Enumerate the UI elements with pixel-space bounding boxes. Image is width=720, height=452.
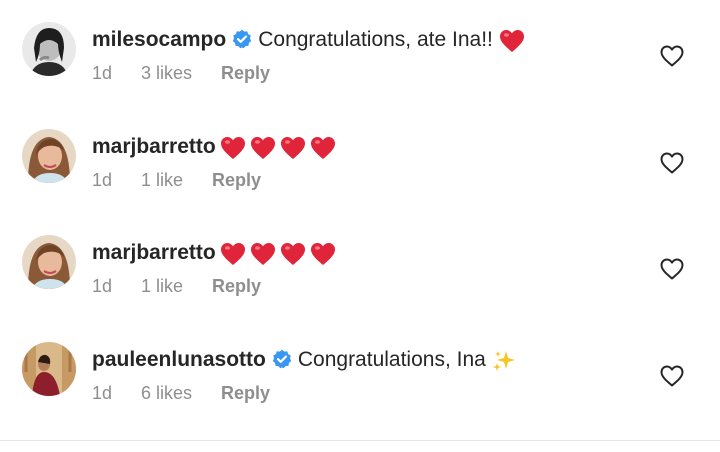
timestamp[interactable]: 1d: [92, 61, 141, 85]
red-heart-icon: [310, 136, 336, 169]
comment-item: pauleenlunasotto Congratulations, Ina 1d 6…: [0, 340, 720, 440]
emoji-group: [220, 242, 340, 275]
avatar[interactable]: [22, 129, 76, 183]
red-heart-icon: [220, 136, 246, 169]
comment-body: marjbarretto: [92, 238, 340, 268]
emoji-group: [220, 136, 340, 169]
emoji-group: [492, 349, 520, 382]
comment-meta: 1d 3 likes Reply: [92, 61, 270, 85]
red-heart-icon: [280, 136, 306, 169]
reply-button[interactable]: Reply: [212, 274, 261, 298]
avatar[interactable]: [22, 235, 76, 289]
verified-badge-icon: [232, 28, 252, 58]
likes-count[interactable]: 1 like: [141, 274, 183, 298]
timestamp[interactable]: 1d: [92, 274, 141, 298]
comment-item: marjbarretto 1d 1 like Reply: [0, 127, 720, 227]
like-heart-icon[interactable]: [660, 45, 684, 67]
red-heart-icon: [280, 242, 306, 275]
red-heart-icon: [250, 242, 276, 275]
divider: [0, 440, 720, 441]
username[interactable]: marjbarretto: [92, 135, 216, 158]
likes-count[interactable]: 3 likes: [141, 61, 192, 85]
comments-list: milesocampo Congratulations, ate Ina!! 1d…: [0, 0, 720, 452]
comment-meta: 1d 1 like Reply: [92, 168, 261, 192]
reply-button[interactable]: Reply: [221, 381, 270, 405]
comment-text: Congratulations, Ina: [297, 348, 486, 371]
likes-count[interactable]: 6 likes: [141, 381, 192, 405]
red-heart-icon: [220, 242, 246, 275]
username[interactable]: pauleenlunasotto: [92, 348, 266, 371]
comment-body: pauleenlunasotto Congratulations, Ina: [92, 345, 520, 375]
sparkles-icon: [492, 349, 516, 382]
likes-count[interactable]: 1 like: [141, 168, 183, 192]
red-heart-icon: [250, 136, 276, 169]
comment-item: milesocampo Congratulations, ate Ina!! 1d…: [0, 20, 720, 120]
comment-text: Congratulations, ate Ina!!: [258, 28, 493, 51]
reply-button[interactable]: Reply: [221, 61, 270, 85]
comment-body: marjbarretto: [92, 132, 340, 162]
comment-body: milesocampo Congratulations, ate Ina!!: [92, 25, 529, 55]
comment-meta: 1d 1 like Reply: [92, 274, 261, 298]
timestamp[interactable]: 1d: [92, 168, 141, 192]
reply-button[interactable]: Reply: [212, 168, 261, 192]
username[interactable]: milesocampo: [92, 28, 226, 51]
comment-item: marjbarretto 1d 1 like Reply: [0, 233, 720, 333]
comment-meta: 1d 6 likes Reply: [92, 381, 270, 405]
emoji-group: [499, 29, 529, 62]
like-heart-icon[interactable]: [660, 152, 684, 174]
verified-badge-icon: [272, 348, 292, 378]
avatar[interactable]: [22, 22, 76, 76]
timestamp[interactable]: 1d: [92, 381, 141, 405]
red-heart-icon: [499, 29, 525, 62]
like-heart-icon[interactable]: [660, 258, 684, 280]
red-heart-icon: [310, 242, 336, 275]
avatar[interactable]: [22, 342, 76, 396]
like-heart-icon[interactable]: [660, 365, 684, 387]
username[interactable]: marjbarretto: [92, 241, 216, 264]
